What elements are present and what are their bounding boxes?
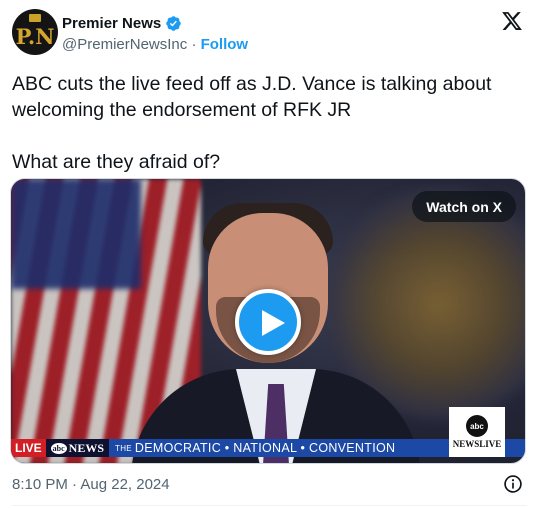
x-logo-icon[interactable]: [501, 10, 523, 32]
bug-label: NEWSLIVE: [452, 439, 502, 449]
play-icon: [262, 310, 285, 336]
follow-button[interactable]: Follow: [201, 36, 249, 53]
author-handle-row: @PremierNewsInc · Follow: [62, 36, 248, 53]
abc-logo-icon: abc: [50, 442, 67, 454]
author-name[interactable]: Premier News: [62, 15, 161, 32]
avatar[interactable]: P.N: [12, 9, 58, 55]
avatar-initials: P.N: [15, 24, 55, 49]
play-button[interactable]: [235, 289, 301, 355]
news-live-bug: abc NEWSLIVE: [449, 407, 505, 457]
post-text-line: What are they afraid of?: [12, 151, 221, 173]
banner-the: THE: [115, 443, 132, 453]
crown-icon: [29, 14, 41, 22]
post-text-line: ABC cuts the live feed off as J.D. Vance…: [12, 73, 492, 121]
post-text: ABC cuts the live feed off as J.D. Vance…: [12, 71, 527, 175]
flag-canton: [11, 179, 141, 289]
separator: ·: [191, 36, 197, 53]
author-name-row: Premier News: [62, 13, 182, 33]
info-icon[interactable]: [503, 474, 523, 494]
author-handle[interactable]: @PremierNewsInc: [62, 36, 187, 53]
live-badge: LIVE: [11, 439, 46, 457]
network-logo: abc NEWS: [45, 439, 110, 457]
video-player[interactable]: Watch on X LIVE abc NEWS THE DEMOCRATIC …: [10, 178, 526, 464]
verified-badge-icon: [166, 15, 181, 31]
tweet-card[interactable]: P.N Premier News @PremierNewsInc · Follo…: [0, 0, 539, 508]
network-label: NEWS: [68, 440, 105, 455]
divider: [12, 505, 527, 506]
banner-text: DEMOCRATIC • NATIONAL • CONVENTION: [134, 441, 396, 455]
post-timestamp[interactable]: 8:10 PM · Aug 22, 2024: [12, 476, 170, 493]
watch-on-x-button[interactable]: Watch on X: [412, 191, 516, 222]
abc-logo-icon: abc: [466, 415, 488, 437]
